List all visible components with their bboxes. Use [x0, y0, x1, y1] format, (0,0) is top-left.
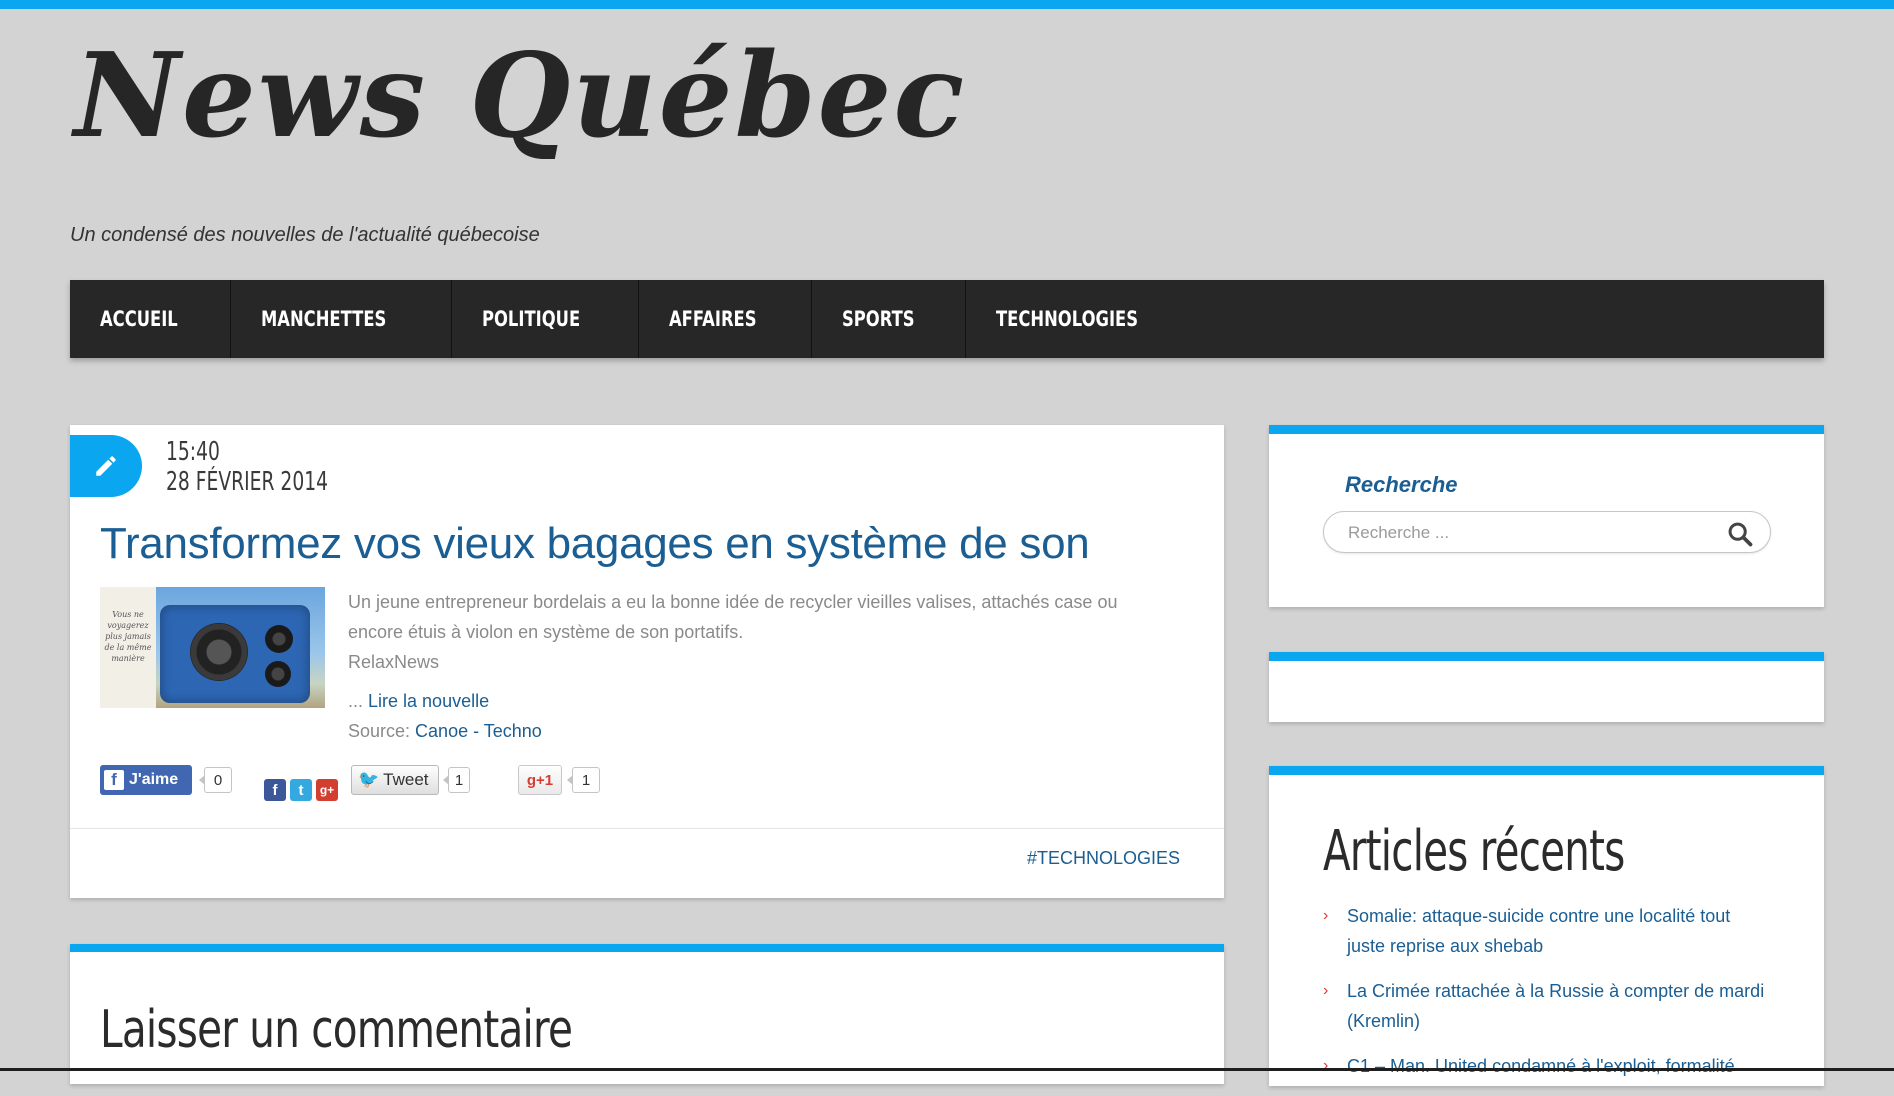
nav-item-label: ACCUEIL: [100, 307, 178, 331]
nav-item-affaires[interactable]: AFFAIRES: [639, 280, 813, 358]
post-excerpt: Un jeune entrepreneur bordelais a eu la …: [348, 587, 1168, 677]
chevron-right-icon: ›: [1323, 907, 1329, 924]
google-plus-label: +1: [536, 771, 554, 789]
suitcase-speaker-image: [160, 605, 310, 703]
facebook-like-count: 0: [199, 767, 232, 793]
search-input[interactable]: [1346, 512, 1710, 554]
facebook-share-icon[interactable]: f: [264, 779, 286, 801]
speaker-tweeter: [265, 625, 293, 653]
read-more-link[interactable]: Lire la nouvelle: [368, 691, 489, 711]
source-prefix: Source:: [348, 721, 416, 741]
chevron-right-icon: ›: [1323, 1057, 1329, 1074]
source-link[interactable]: Canoe - Techno: [415, 721, 542, 741]
facebook-icon: f: [104, 770, 124, 790]
post-time: 15:40: [166, 437, 220, 467]
facebook-like-label: J'aime: [129, 771, 179, 788]
google-plus-share-icon[interactable]: g+: [316, 779, 338, 801]
post-format-badge: [70, 435, 142, 497]
twitter-share-icon[interactable]: t: [290, 779, 312, 801]
nav-item-label: SPORTS: [842, 307, 915, 331]
search-widget: Recherche: [1269, 425, 1824, 607]
nav-item-sports[interactable]: SPORTS: [812, 280, 967, 358]
tweet-count: 1: [443, 767, 470, 793]
search-icon[interactable]: [1726, 520, 1754, 548]
tweet-label: Tweet: [383, 770, 429, 789]
google-plus-count: 1: [567, 767, 600, 793]
nav-item-politique[interactable]: POLITIQUE: [452, 280, 640, 358]
main-nav: ACCUEIL MANCHETTES POLITIQUE AFFAIRES SP…: [70, 280, 1824, 358]
pencil-icon: [96, 456, 116, 476]
post-footer-divider: [70, 828, 1224, 829]
recent-article-link[interactable]: C1 – Man. United condamné à l'exploit, f…: [1347, 1056, 1735, 1076]
recent-article-item[interactable]: › C1 – Man. United condamné à l'exploit, …: [1323, 1051, 1773, 1081]
excerpt-text: Un jeune entrepreneur bordelais a eu la …: [348, 592, 1118, 642]
nav-item-manchettes[interactable]: MANCHETTES: [231, 280, 453, 358]
nav-item-label: TECHNOLOGIES: [996, 307, 1139, 331]
comment-section: Laisser un commentaire: [70, 944, 1224, 1084]
read-more-prefix: ...: [348, 691, 369, 711]
recent-articles-list: › Somalie: attaque-suicide contre une loc…: [1323, 901, 1773, 1096]
google-plus-icon: g: [526, 771, 537, 789]
speaker-woofer: [190, 623, 248, 681]
nav-item-technologies[interactable]: TECHNOLOGIES: [966, 280, 1208, 358]
google-plus-one-button[interactable]: g +1: [518, 765, 562, 795]
chevron-right-icon: ›: [1323, 982, 1329, 999]
post-title[interactable]: Transformez vos vieux bagages en système…: [100, 519, 1090, 569]
recent-articles-widget: Articles récents › Somalie: attaque-suici…: [1269, 766, 1824, 1086]
post-card: 15:40 28 FÉVRIER 2014 Transformez vos vi…: [70, 425, 1224, 898]
recent-article-item[interactable]: › La Crimée rattachée à la Russie à compt…: [1323, 976, 1773, 1036]
nav-item-label: AFFAIRES: [669, 307, 757, 331]
facebook-like-button[interactable]: f J'aime: [100, 765, 192, 795]
empty-widget: [1269, 652, 1824, 722]
site-title[interactable]: News Québec: [74, 29, 966, 163]
nav-item-label: POLITIQUE: [482, 307, 581, 331]
post-tag-link[interactable]: #TECHNOLOGIES: [1027, 848, 1180, 869]
post-datetime: 15:40 28 FÉVRIER 2014: [166, 437, 328, 497]
speaker-tweeter: [265, 661, 291, 687]
nav-item-accueil[interactable]: ACCUEIL: [70, 280, 231, 358]
post-source: Source: Canoe - Techno: [348, 721, 542, 742]
excerpt-source: RelaxNews: [348, 652, 440, 672]
recent-article-link[interactable]: La Crimée rattachée à la Russie à compte…: [1347, 981, 1764, 1031]
search-box: [1323, 511, 1771, 554]
post-thumbnail[interactable]: Vous ne voyagerez plus jamais de la même…: [100, 587, 325, 708]
read-more: ... Lire la nouvelle: [348, 691, 489, 712]
top-accent-bar: [0, 0, 1894, 9]
recent-articles-title: Articles récents: [1323, 819, 1625, 884]
tweet-button[interactable]: 🐦 Tweet: [351, 765, 439, 795]
nav-item-label: MANCHETTES: [260, 307, 386, 331]
recent-article-item[interactable]: › Somalie: attaque-suicide contre une loc…: [1323, 901, 1773, 961]
post-date: 28 FÉVRIER 2014: [166, 467, 329, 497]
twitter-bird-icon: 🐦: [358, 770, 380, 789]
site-tagline: Un condensé des nouvelles de l'actualité…: [70, 224, 540, 246]
thumbnail-caption: Vous ne voyagerez plus jamais de la même…: [100, 587, 156, 708]
comment-section-title: Laisser un commentaire: [100, 1000, 573, 1060]
recent-article-link[interactable]: Somalie: attaque-suicide contre une loca…: [1347, 906, 1730, 956]
search-widget-title: Recherche: [1345, 472, 1458, 497]
